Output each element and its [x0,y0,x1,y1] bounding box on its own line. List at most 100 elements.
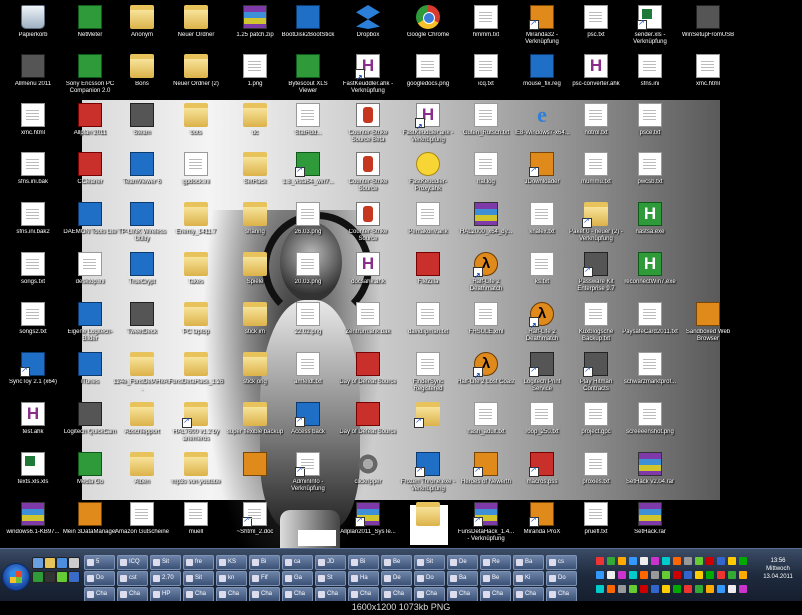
desktop-icon-davidlipman[interactable]: davidlipman.txt [399,300,457,356]
tray-app-icon[interactable] [618,557,626,565]
tray-app-icon[interactable] [651,557,659,565]
desktop-icon-zentrum[interactable]: Zentrum.ahk.bak [339,300,397,356]
desktop-icon-schwarzmarkt[interactable]: schwarzmarktprof... [621,350,679,406]
taskbar-window-button[interactable]: ca [282,555,313,570]
desktop-icon-daemon[interactable]: DAEMON Tools Lite [61,200,119,256]
taskbar-window-button[interactable]: KS [216,555,247,570]
taskbar-window-button[interactable]: Re [480,555,511,570]
tray-app-icon[interactable] [662,557,670,565]
desktop-icon-wfolder2[interactable] [226,450,284,506]
tray-app-icon[interactable] [618,571,626,579]
desktop-icon-dods2[interactable]: Day of Defeat Source [339,400,397,456]
desktop-icon-pemakonv[interactable]: Pemakonv.ahk [399,200,457,256]
desktop-icon-mousefix[interactable]: mouse_fix.reg [513,52,571,108]
desktop-icon-ccleaner[interactable]: CCleaner [61,150,119,206]
tray-app-icon[interactable] [717,585,725,593]
desktop-icon-abschlepp[interactable]: Abschlepport [113,400,171,456]
taskbar-window-button[interactable]: Ga [282,571,313,586]
taskbar-window-button[interactable]: kn [216,571,247,586]
desktop-icon-hl2[interactable]: λHalf-Life 2 Deathmatch [457,250,515,306]
desktop-icon-png2003[interactable]: 20.03.png [279,250,337,306]
tray-app-icon[interactable] [673,585,681,593]
tray-app-icon[interactable] [673,557,681,565]
taskbar-window-button[interactable]: Cha [117,587,148,602]
taskbar-window-button[interactable]: Cha [216,587,247,602]
desktop-icon-frozenthrone[interactable]: Frozen Throne.exe - Verknüpfung [399,450,457,506]
tray-app-icon[interactable] [706,557,714,565]
taskbar-window-button[interactable]: 2.70 [150,571,181,586]
desktop-icon-xmc[interactable]: xmc.html [4,101,62,157]
desktop-icon-synctoy[interactable]: SyncToy 2.1 (x64) [4,350,62,406]
taskbar-window-button[interactable]: 5 [84,555,115,570]
taskbar-window-button[interactable]: Ba [447,571,478,586]
desktop-icon-chrome[interactable]: Google Chrome [399,3,457,59]
desktop-icon-roop[interactable]: roop_250.txt [513,400,571,456]
taskbar-window-button[interactable]: cst [117,571,148,586]
desktop-icon-fhsulexml[interactable]: FHSULE.xml [457,300,515,356]
desktop-icon-cstrike3[interactable]: Counter-Strike Source [339,200,397,256]
taskbar-window-button[interactable]: Cha [183,587,214,602]
desktop-icon-heroes[interactable]: Heroes of Newerth [457,450,515,506]
taskbar-window-button[interactable]: ICQ [117,555,148,570]
desktop-icon-logitech[interactable]: Eigene Logitech-Bilder [61,300,119,356]
tray-app-icon[interactable] [651,571,659,579]
desktop-icon-projectgpc[interactable]: project.gpc [567,400,625,456]
tray-app-icon[interactable] [717,571,725,579]
desktop-icon-mummu[interactable]: mummu.txt [567,150,625,206]
tray-app-icon[interactable] [596,571,604,579]
desktop-icon-mediago[interactable]: Media Go [61,450,119,506]
tray-app-icon[interactable] [728,585,736,593]
desktop-icon-quickcam[interactable]: Logitech QuickCam [61,400,119,456]
tray-app-icon[interactable] [640,585,648,593]
desktop-icon-nastsa[interactable]: Hnastsa.exe [621,200,679,256]
taskbar-window-button[interactable]: Cha [480,587,511,602]
taskbar-window-button[interactable]: Sit [150,555,181,570]
desktop-icon-logitechprint[interactable]: Logitech Print Service [513,350,571,406]
desktop-icon-adminfo[interactable]: AdminInfo - Verknüpfung [279,450,337,506]
quicklaunch-steam-icon[interactable] [44,571,56,583]
taskbar-window-button[interactable]: Be [381,555,412,570]
tray-app-icon[interactable] [728,557,736,565]
desktop-icon-cstrike2[interactable]: Counter-Strike Source [339,150,397,206]
desktop-icon-notrol[interactable]: notrol.txt [567,101,625,157]
desktop-icon-neuer-ordner[interactable]: Neuer Ordner [167,3,225,59]
desktop-icon-songs2[interactable]: songs2.txt [4,300,62,356]
desktop-icon-paket[interactable]: Paket 0 - neuer (2) - Verknüpfung [567,200,625,256]
desktop-icon-allmenu[interactable]: Allmenu 2011 [4,52,62,108]
desktop-icon-dc[interactable]: dc [226,101,284,157]
tray-app-icon[interactable] [695,557,703,565]
desktop-icon-bytescout[interactable]: Bytescout XLS Viewer [279,52,337,108]
taskbar-window-button[interactable]: Do [546,571,577,586]
desktop-icon-itunes[interactable]: iTunes [61,350,119,406]
tray-app-icon[interactable] [596,585,604,593]
quicklaunch-explorer-icon[interactable] [44,557,56,569]
taskbar-window-button[interactable]: Cha [546,587,577,602]
desktop-icon-superflexible[interactable]: super flexible backup [226,400,284,456]
taskbar-window-button[interactable]: Sit [414,555,445,570]
taskbar-window-button[interactable]: Cha [414,587,445,602]
desktop-icon-sfns[interactable]: sfns.ini [621,52,679,108]
desktop-icon-funsdeta[interactable]: FunsDetaHack_1.26 [167,350,225,406]
quicklaunch-media-icon[interactable] [32,571,44,583]
desktop-icon-psce[interactable]: psce.txt [621,101,679,157]
desktop-icon-textsxls[interactable]: texts.xls.xls [4,450,62,506]
taskbar-window-button[interactable]: Cha [282,587,313,602]
desktop-icon-playhitman[interactable]: Play Hitman Contracts [567,350,625,406]
taskbar-window-button[interactable]: cs [546,555,577,570]
desktop-icon-findersync[interactable]: FinderSync Registered [399,350,457,406]
desktop-icon-png2202[interactable]: 22.02.png [279,300,337,356]
desktop-icon-patch[interactable]: 1.25 patch.zip [226,3,284,59]
desktop-icon-teamviewer[interactable]: TeamViewer 6 [113,150,171,206]
desktop-icon-winsetup[interactable]: WinSetupFromUSB [679,3,737,59]
taskbar-window-button[interactable]: HP [150,587,181,602]
desktop-icon-hallog[interactable]: hal.log [457,150,515,206]
taskbar-window-button[interactable]: Bi [249,555,280,570]
taskbar-window-button[interactable]: Cha [315,587,346,602]
taskbar-window-button[interactable]: Ba [513,555,544,570]
desktop-icon-pclaptop[interactable]: PC laptop [167,300,225,356]
desktop-icon-sethack[interactable]: SetHack [226,150,284,206]
desktop-icon-fakes[interactable]: fakes [167,250,225,306]
desktop-icon-miranda32[interactable]: Miranda32 - Verknüpfung [513,3,571,59]
tray-app-icon[interactable] [629,557,637,565]
taskbar-window-button[interactable]: Ha [348,571,379,586]
